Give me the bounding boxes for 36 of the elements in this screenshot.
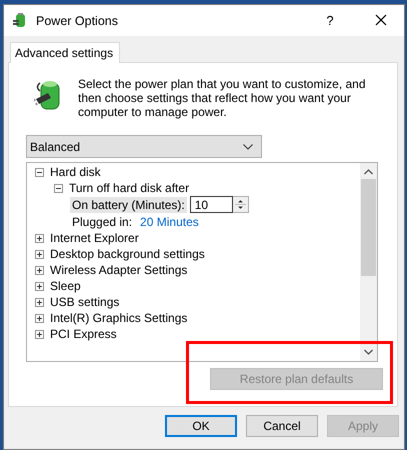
setting-value-link[interactable]: 20 Minutes	[140, 214, 199, 228]
tree-item[interactable]: USB settings	[50, 295, 120, 309]
description-text: Select the power plan that you want to customize, and then choose settings that reflect how you want your computer to manage power.	[78, 77, 367, 119]
dialog-button[interactable]: OK	[165, 415, 237, 437]
spin-arrows-icon[interactable]	[232, 196, 249, 213]
tree-item[interactable]: Wireless Adapter Settings	[50, 263, 188, 277]
expand-icon[interactable]	[35, 298, 44, 306]
tree-item[interactable]: PCI Express	[50, 327, 117, 341]
expand-icon[interactable]	[35, 282, 44, 290]
minutes-field[interactable]: 10	[190, 196, 233, 213]
collapse-icon[interactable]	[35, 168, 44, 176]
help-button[interactable]: ?	[310, 13, 350, 28]
chevron-down-icon[interactable]	[364, 349, 373, 355]
tree-item[interactable]: Intel(R) Graphics Settings	[50, 311, 188, 325]
window-title: Power Options	[36, 14, 119, 28]
chevron-up-icon[interactable]	[364, 169, 373, 175]
tree-item[interactable]: Hard disk	[50, 165, 101, 179]
scrollbar-thumb[interactable]	[361, 179, 376, 276]
expand-icon[interactable]	[35, 330, 44, 338]
expand-icon[interactable]	[35, 250, 44, 258]
setting-label: Plugged in:	[71, 214, 134, 230]
plan-dropdown[interactable]: Balanced	[26, 135, 262, 158]
tree-item[interactable]: Sleep	[50, 279, 81, 293]
dialog-button[interactable]: Cancel	[246, 415, 318, 437]
scrollbar[interactable]	[360, 163, 377, 361]
expand-icon[interactable]	[35, 314, 44, 322]
tree-item[interactable]: Desktop background settings	[50, 247, 205, 261]
battery-plug-icon	[12, 12, 28, 28]
tab[interactable]: Advanced settings	[10, 42, 120, 63]
tree-item[interactable]: Internet Explorer	[50, 231, 139, 245]
setting-label: On battery (Minutes):	[70, 196, 187, 212]
expand-icon[interactable]	[35, 234, 44, 242]
expand-icon[interactable]	[35, 266, 44, 274]
tree-item[interactable]: Turn off hard disk after	[69, 181, 190, 195]
collapse-icon[interactable]	[54, 184, 63, 192]
chevron-down-icon	[243, 144, 253, 150]
